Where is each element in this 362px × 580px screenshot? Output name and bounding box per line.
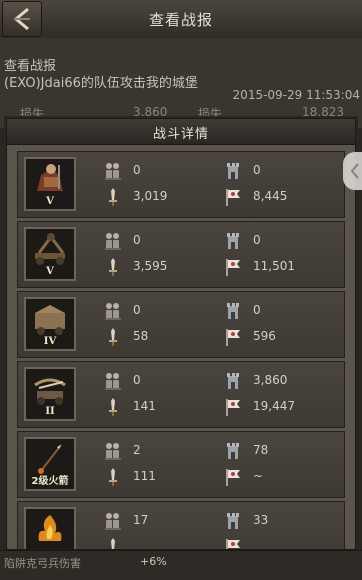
defender-top-value: 78	[253, 443, 269, 457]
sword-icon	[103, 327, 123, 347]
attacker-top-value: 17	[133, 513, 149, 527]
ballista-icon	[29, 371, 71, 407]
defender-bottom-value: 596	[253, 329, 276, 343]
troops-icon	[103, 371, 123, 391]
flag-icon	[223, 327, 243, 347]
report-summary: 查看战报 (EXO)Jdai66的队伍攻击我的城堡 2015-09-29 11:…	[0, 38, 362, 128]
attacker-bottom-value: 3,595	[133, 259, 168, 273]
defender-top-value: 33	[253, 513, 269, 527]
flag-icon	[223, 467, 243, 487]
attacker-top-value: 0	[133, 233, 141, 247]
unit-rank: V	[46, 266, 54, 277]
unit-portrait[interactable]: V	[24, 157, 76, 211]
fire-trap-icon	[29, 511, 71, 547]
unit-portrait[interactable]: IV	[24, 297, 76, 351]
flag-icon	[223, 187, 243, 207]
troops-icon	[103, 231, 123, 251]
tower-icon	[223, 511, 243, 531]
unit-rank: II	[45, 406, 55, 417]
unit-row: V 0 3,595 0 11,501	[17, 221, 345, 288]
unit-list[interactable]: V 0 3,019 0 8,445 V 0 3,595 0 11,501 IV 0 58 0 596 II 0 1…	[17, 151, 345, 549]
unit-rank: IV	[43, 336, 57, 347]
unit-row: V 0 3,019 0 8,445	[17, 151, 345, 218]
tower-icon	[223, 161, 243, 181]
tower-icon	[223, 371, 243, 391]
unit-rank: V	[46, 196, 54, 207]
attacker-top-value: 0	[133, 163, 141, 177]
unit-rank: 2级火箭	[31, 476, 69, 487]
left-loss-value: 3,860	[133, 105, 168, 119]
tower-icon	[223, 231, 243, 251]
page-title: 查看战报	[148, 11, 213, 29]
battle-detail-panel[interactable]: 战斗详情 V 0 3,019 0 8,445 V 0 3,595 0 11,501 IV 0 58 0 59…	[6, 118, 356, 550]
tower-icon	[223, 441, 243, 461]
defender-top-value: 0	[253, 303, 261, 317]
bonus-label: 陷阱克弓兵伤害	[4, 557, 81, 570]
panel-header: 战斗详情	[7, 119, 355, 145]
defender-top-value: 0	[253, 233, 261, 247]
defender-bottom-value: 11,501	[253, 259, 295, 273]
troops-icon	[103, 161, 123, 181]
unit-row: II 0 141 3,860 19,447	[17, 361, 345, 428]
sword-icon	[103, 257, 123, 277]
defender-bottom-value: 8,445	[253, 189, 288, 203]
defender-top-value: 3,860	[253, 373, 288, 387]
side-panel-handle[interactable]	[343, 152, 362, 190]
flag-icon	[223, 537, 243, 549]
attacker-bottom-value: 3,019	[133, 189, 168, 203]
flag-icon	[223, 257, 243, 277]
troops-icon	[103, 511, 123, 531]
unit-portrait[interactable]: V	[24, 227, 76, 281]
attacker-top-value: 0	[133, 373, 141, 387]
top-bar: 查看战报	[0, 0, 362, 39]
unit-row: IV 0 58 0 596	[17, 291, 345, 358]
chevron-left-icon	[350, 163, 359, 179]
defender-top-value: 0	[253, 163, 261, 177]
attacker-top-value: 0	[133, 303, 141, 317]
unit-row: 2级火箭 2 111 78 ~	[17, 431, 345, 498]
attacker-bottom-value: 58	[133, 329, 149, 343]
unit-portrait[interactable]	[24, 507, 76, 549]
unit-portrait[interactable]: II	[24, 367, 76, 421]
right-loss-value: 18,823	[302, 105, 344, 119]
attacker-top-value: 2	[133, 443, 141, 457]
attacker-bottom-value: 111	[133, 469, 156, 483]
siege-catapult-icon	[29, 231, 71, 267]
panel-title: 战斗详情	[152, 127, 209, 142]
bonus-bar: 陷阱克弓兵伤害 +6%	[0, 550, 362, 580]
troops-icon	[103, 441, 123, 461]
attacker-bottom-value: 141	[133, 399, 156, 413]
sword-icon	[103, 467, 123, 487]
sword-icon	[103, 537, 123, 549]
bonus-value: +6%	[140, 555, 167, 568]
sword-icon	[103, 397, 123, 417]
report-description: (EXO)Jdai66的队伍攻击我的城堡	[4, 76, 198, 91]
sword-icon	[103, 187, 123, 207]
cavalry-icon	[29, 161, 71, 197]
defender-bottom-value: 19,447	[253, 399, 295, 413]
unit-row: 17 33	[17, 501, 345, 549]
report-datetime: 2015-09-29 11:53:04	[232, 88, 360, 102]
defender-bottom-value: ~	[253, 469, 264, 483]
tower-icon	[223, 301, 243, 321]
siege-engine-icon	[29, 301, 71, 337]
troops-icon	[103, 301, 123, 321]
flag-icon	[223, 397, 243, 417]
unit-portrait[interactable]: 2级火箭	[24, 437, 76, 491]
